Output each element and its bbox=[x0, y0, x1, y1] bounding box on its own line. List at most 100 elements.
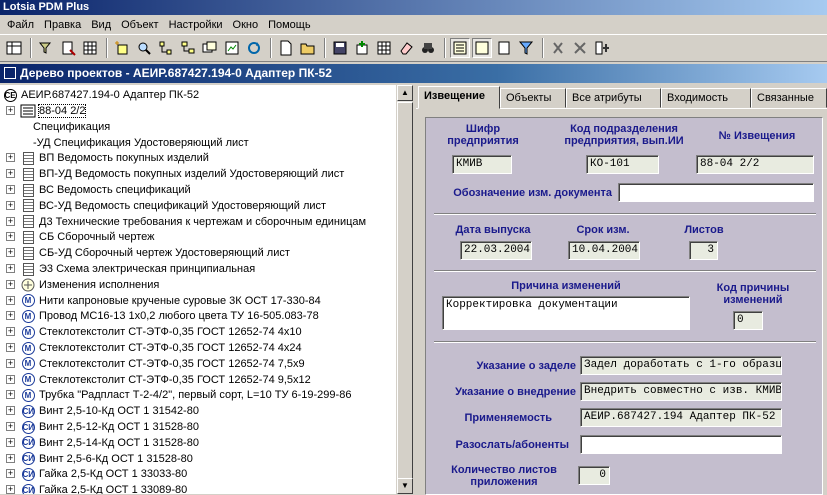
add-to-list-icon[interactable] bbox=[352, 38, 372, 58]
expand-toggle[interactable]: + bbox=[6, 358, 15, 368]
tree-item[interactable]: + ВП Ведомость покупных изделий bbox=[0, 150, 209, 166]
tree-item[interactable]: + СБ Сборочный чертеж bbox=[0, 229, 154, 245]
tree-item[interactable]: +88-04 2/2 bbox=[0, 103, 87, 119]
refresh-icon[interactable] bbox=[244, 38, 264, 58]
view-page-icon[interactable] bbox=[494, 38, 514, 58]
scroll-up-button[interactable]: ▲ bbox=[397, 85, 413, 101]
expand-toggle[interactable]: + bbox=[6, 406, 15, 416]
backlog-field[interactable]: Задел доработать с 1-го образца bbox=[580, 356, 782, 375]
tree-icon[interactable] bbox=[156, 38, 176, 58]
search-icon[interactable] bbox=[134, 38, 154, 58]
view-form-icon[interactable] bbox=[472, 38, 492, 58]
menu-view[interactable]: Вид bbox=[86, 19, 116, 31]
tab-usage[interactable]: Входимость bbox=[661, 88, 751, 108]
expand-toggle[interactable]: + bbox=[6, 295, 15, 305]
tree-item[interactable]: + М Стеклотекстолит СТ-ЭТФ-0,35 ГОСТ 12652… bbox=[0, 372, 311, 388]
tree-item[interactable]: + М Стеклотекстолит СТ-ЭТФ-0,35 ГОСТ 12652… bbox=[0, 356, 305, 372]
issue-date-field[interactable]: 22.03.2004 bbox=[460, 241, 532, 260]
tree-item[interactable]: + ВП-УД Ведомость покупных изделий Удосто… bbox=[0, 166, 344, 182]
dept-code-field[interactable]: КО-101 bbox=[586, 155, 659, 174]
due-date-field[interactable]: 10.04.2004 bbox=[568, 241, 640, 260]
expand-toggle[interactable]: + bbox=[6, 106, 15, 115]
grid-select-icon[interactable] bbox=[374, 38, 394, 58]
expand-toggle[interactable]: + bbox=[6, 343, 15, 352]
insert-row-icon[interactable] bbox=[592, 38, 612, 58]
notice-number-field[interactable]: 88-04 2/2 bbox=[696, 155, 814, 174]
tree-root[interactable]: СЕ АЕИР.687427.194-0 Адаптер ПК-52 bbox=[2, 87, 199, 103]
expand-toggle[interactable]: + bbox=[6, 469, 15, 479]
tab-notice[interactable]: Извещение bbox=[418, 86, 500, 109]
tree-item[interactable]: + М Нити капроновые крученые суровые 3К ОС… bbox=[0, 293, 321, 309]
tab-related[interactable]: Связанные bbox=[751, 88, 827, 108]
grid-icon[interactable] bbox=[80, 38, 100, 58]
applicability-field[interactable]: АЕИР.687427.194 Адаптер ПК-52 bbox=[580, 408, 782, 427]
menu-help[interactable]: Помощь bbox=[263, 19, 316, 31]
reason-field[interactable]: Корректировка документации bbox=[442, 296, 690, 330]
tree-item[interactable]: + Д3 Технические требования к чертежам и … bbox=[0, 214, 366, 230]
tree-item[interactable]: + СБ-УД Сборочный чертеж Удостоверяющий л… bbox=[0, 245, 290, 261]
expand-toggle[interactable]: + bbox=[6, 153, 15, 163]
expand-toggle[interactable]: + bbox=[6, 422, 15, 431]
expand-toggle[interactable]: + bbox=[6, 311, 15, 321]
save-icon[interactable] bbox=[330, 38, 350, 58]
expand-toggle[interactable]: + bbox=[6, 200, 15, 210]
menu-file[interactable]: Файл bbox=[2, 19, 39, 31]
expand-toggle[interactable]: + bbox=[6, 437, 15, 447]
menu-object[interactable]: Объект bbox=[116, 19, 163, 31]
report-icon[interactable] bbox=[222, 38, 242, 58]
tree-item[interactable]: + СИ Винт 2,5-12-Кд ОСТ 1 31528-80 bbox=[0, 419, 199, 435]
tree-vertical-scrollbar[interactable]: ▲ ▼ bbox=[396, 85, 413, 494]
tree-item[interactable]: + СИ Винт 2,5-10-Кд ОСТ 1 31542-80 bbox=[0, 403, 199, 419]
tree-item[interactable]: + М Стеклотекстолит СТ-ЭТФ-0,35 ГОСТ 12652… bbox=[0, 324, 302, 340]
expand-toggle[interactable]: + bbox=[6, 264, 15, 273]
tree-item[interactable]: + СИ Винт 2,5-14-Кд ОСТ 1 31528-80 bbox=[0, 435, 199, 451]
binoculars-icon[interactable] bbox=[418, 38, 438, 58]
cut-icon[interactable] bbox=[548, 38, 568, 58]
expand-toggle[interactable]: + bbox=[6, 374, 15, 384]
expand-toggle[interactable]: + bbox=[6, 169, 15, 179]
distribute-field[interactable] bbox=[580, 435, 782, 454]
tree-item[interactable]: -УД Спецификация Удостоверяющий лист bbox=[0, 135, 249, 151]
expand-toggle[interactable]: + bbox=[6, 453, 15, 463]
cipher-field[interactable]: КМИВ bbox=[452, 155, 512, 174]
tree-item[interactable]: + СИ Гайка 2,5-Кд ОСТ 1 33089-80 bbox=[0, 482, 187, 494]
tree-item[interactable]: + Изменения исполнения bbox=[0, 277, 159, 293]
expand-toggle[interactable]: + bbox=[6, 232, 15, 242]
reason-code-field[interactable]: 0 bbox=[733, 311, 763, 330]
windows-icon[interactable] bbox=[200, 38, 220, 58]
tree-item[interactable]: + СИ Винт 2,5-6-Кд ОСТ 1 31528-80 bbox=[0, 451, 193, 467]
tree-item[interactable]: + СИ Гайка 2,5-Кд ОСТ 1 33033-80 bbox=[0, 466, 187, 482]
open-folder-icon[interactable] bbox=[298, 38, 318, 58]
menu-settings[interactable]: Настройки bbox=[164, 19, 228, 31]
tree-item[interactable]: + ВС-УД Ведомость спецификаций Удостоверя… bbox=[0, 198, 326, 214]
tree-item[interactable]: + Э3 Схема электрическая принципиальная bbox=[0, 261, 255, 277]
expand-toggle[interactable]: + bbox=[6, 279, 15, 289]
view-list-icon[interactable] bbox=[450, 38, 470, 58]
expand-toggle[interactable]: + bbox=[6, 390, 15, 400]
filter-icon[interactable] bbox=[516, 38, 536, 58]
attachment-count-field[interactable]: 0 bbox=[578, 466, 610, 485]
scroll-thumb[interactable] bbox=[397, 102, 413, 484]
sheets-field[interactable]: 3 bbox=[689, 241, 718, 260]
tree-item[interactable]: + М Стеклотекстолит СТ-ЭТФ-0,35 ГОСТ 12652… bbox=[0, 340, 302, 356]
structure-icon[interactable] bbox=[178, 38, 198, 58]
expand-toggle[interactable]: + bbox=[6, 327, 15, 337]
tree-item[interactable]: + М Трубка "Радпласт Т-2-4/2", первый сорт… bbox=[0, 387, 351, 403]
expand-toggle[interactable]: + bbox=[6, 485, 15, 494]
menu-edit[interactable]: Правка bbox=[39, 19, 86, 31]
tree-item[interactable]: + М Провод МС16-13 1х0,2 любого цвета ТУ 1… bbox=[0, 308, 319, 324]
delete-icon[interactable] bbox=[570, 38, 590, 58]
tab-all-attributes[interactable]: Все атрибуты bbox=[566, 88, 661, 108]
new-document-icon[interactable] bbox=[276, 38, 296, 58]
tab-objects[interactable]: Объекты bbox=[500, 88, 566, 108]
filter-edit-icon[interactable] bbox=[36, 38, 56, 58]
eraser-icon[interactable] bbox=[396, 38, 416, 58]
tree-item[interactable]: Спецификация bbox=[0, 119, 110, 135]
tree-item[interactable]: + ВС Ведомость спецификаций bbox=[0, 182, 191, 198]
menu-window[interactable]: Окно bbox=[228, 19, 264, 31]
new-object-icon[interactable] bbox=[112, 38, 132, 58]
implementation-field[interactable]: Внедрить совместно с изв. КМИВ bbox=[580, 382, 782, 401]
scroll-down-button[interactable]: ▼ bbox=[397, 478, 413, 494]
expand-toggle[interactable]: + bbox=[6, 248, 15, 258]
project-tree[interactable]: СЕ АЕИР.687427.194-0 Адаптер ПК-52 +88-0… bbox=[0, 85, 412, 494]
